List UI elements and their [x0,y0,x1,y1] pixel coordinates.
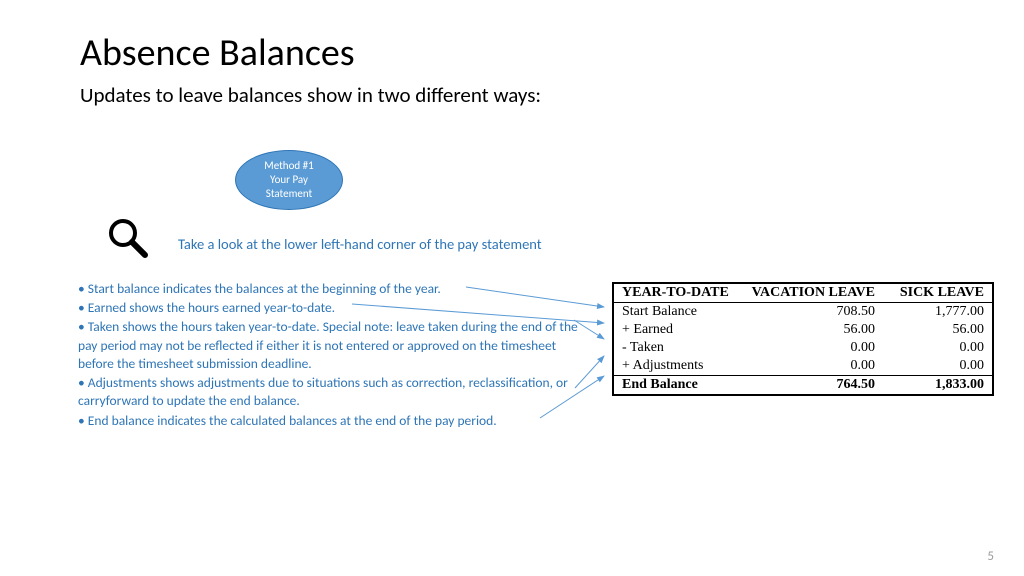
table-header-row: YEAR-TO-DATE VACATION LEAVE SICK LEAVE [613,283,993,303]
cell: 764.50 [743,376,883,396]
bullet-item: • Earned shows the hours earned year-to-… [78,299,583,317]
bullet-item: • Start balance indicates the balances a… [78,280,583,298]
bullet-item: • Adjustments shows adjustments due to s… [78,374,583,410]
page-title: Absence Balances [80,30,954,76]
slide: Absence Balances Updates to leave balanc… [0,0,1024,576]
row-label: + Earned [613,321,743,339]
bullet-list: • Start balance indicates the balances a… [78,280,583,431]
oval-line2: Your Pay [270,173,308,187]
table-row: + Adjustments 0.00 0.00 [613,357,993,376]
cell: 0.00 [883,339,993,357]
oval-line3: Statement [266,187,312,201]
cell: 56.00 [883,321,993,339]
col-header: YEAR-TO-DATE [613,283,743,303]
table-row: + Earned 56.00 56.00 [613,321,993,339]
instruction-text: Take a look at the lower left-hand corne… [178,235,542,253]
bullet-item: • Taken shows the hours taken year-to-da… [78,318,583,373]
subtitle: Updates to leave balances show in two di… [80,82,954,108]
col-header: VACATION LEAVE [743,283,883,303]
cell: 0.00 [743,339,883,357]
ytd-table: YEAR-TO-DATE VACATION LEAVE SICK LEAVE S… [612,282,994,396]
cell: 0.00 [743,357,883,376]
bullet-item: • End balance indicates the calculated b… [78,412,583,430]
oval-line1: Method #1 [264,159,313,173]
row-label: + Adjustments [613,357,743,376]
row-label: End Balance [613,376,743,396]
col-header: SICK LEAVE [883,283,993,303]
page-number: 5 [987,549,994,564]
table-footer-row: End Balance 764.50 1,833.00 [613,376,993,396]
cell: 708.50 [743,303,883,322]
method-oval: Method #1 Your Pay Statement [235,150,343,210]
row-label: - Taken [613,339,743,357]
row-label: Start Balance [613,303,743,322]
cell: 0.00 [883,357,993,376]
cell: 1,777.00 [883,303,993,322]
table-row: Start Balance 708.50 1,777.00 [613,303,993,322]
magnifier-icon [105,215,151,266]
table-row: - Taken 0.00 0.00 [613,339,993,357]
cell: 56.00 [743,321,883,339]
cell: 1,833.00 [883,376,993,396]
